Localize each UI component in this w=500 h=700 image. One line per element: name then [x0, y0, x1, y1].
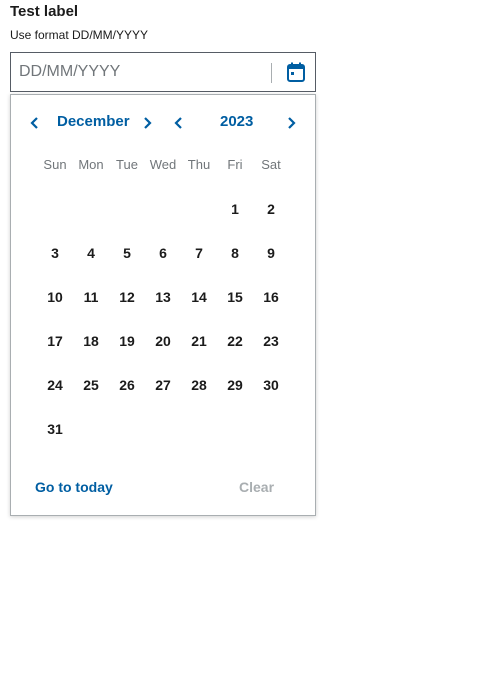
- calendar-day[interactable]: 29: [217, 367, 253, 403]
- weekday-label: Sat: [261, 157, 281, 172]
- calendar-day[interactable]: 21: [181, 323, 217, 359]
- input-divider: [271, 63, 272, 83]
- calendar-day[interactable]: 6: [145, 235, 181, 271]
- weekday-label: Mon: [78, 157, 104, 172]
- calendar-day[interactable]: 22: [217, 323, 253, 359]
- calendar-day[interactable]: 27: [145, 367, 181, 403]
- calendar-day[interactable]: 5: [109, 235, 145, 271]
- date-input[interactable]: [11, 53, 269, 91]
- calendar-day[interactable]: 8: [217, 235, 253, 271]
- calendar-toggle-button[interactable]: [277, 53, 315, 91]
- calendar-day[interactable]: 15: [217, 279, 253, 315]
- date-input-wrapper: [10, 52, 316, 92]
- calendar-day[interactable]: 1: [217, 191, 253, 227]
- calendar-day[interactable]: 4: [73, 235, 109, 271]
- calendar-day[interactable]: 18: [73, 323, 109, 359]
- calendar-day[interactable]: 14: [181, 279, 217, 315]
- calendar-day[interactable]: 10: [37, 279, 73, 315]
- weekday-label: Wed: [149, 157, 177, 172]
- field-label: Test label: [10, 3, 79, 20]
- calendar-day[interactable]: 25: [73, 367, 109, 403]
- calendar-day[interactable]: 23: [253, 323, 289, 359]
- previous-month-button[interactable]: [23, 111, 47, 135]
- calendar-day[interactable]: 20: [145, 323, 181, 359]
- weekday-label: Tue: [116, 157, 138, 172]
- go-to-today-button[interactable]: Go to today: [35, 479, 113, 495]
- calendar-day[interactable]: 28: [181, 367, 217, 403]
- chevron-right-icon: [144, 117, 152, 129]
- calendar-day[interactable]: 7: [181, 235, 217, 271]
- month-select[interactable]: December: [57, 113, 130, 130]
- calendar-day[interactable]: 12: [109, 279, 145, 315]
- calendar-day[interactable]: 9: [253, 235, 289, 271]
- calendar-day[interactable]: 31: [37, 411, 73, 447]
- previous-year-button[interactable]: [167, 111, 191, 135]
- calendar-day[interactable]: 24: [37, 367, 73, 403]
- calendar-day[interactable]: 13: [145, 279, 181, 315]
- calendar-day[interactable]: 30: [253, 367, 289, 403]
- weekday-label: Thu: [187, 157, 211, 172]
- calendar-day[interactable]: 26: [109, 367, 145, 403]
- next-month-button[interactable]: [135, 111, 159, 135]
- calendar-popup: December 2023 Sun Mon Tue Wed Thu Fri Sat 1234…: [10, 94, 316, 516]
- calendar-day[interactable]: 2: [253, 191, 289, 227]
- next-year-button[interactable]: [279, 111, 303, 135]
- calendar-day[interactable]: 11: [73, 279, 109, 315]
- clear-button[interactable]: Clear: [239, 479, 274, 495]
- weekday-label: Fri: [227, 157, 243, 172]
- field-hint: Use format DD/MM/YYYY: [10, 28, 149, 42]
- chevron-left-icon: [30, 117, 38, 129]
- calendar-day[interactable]: 17: [37, 323, 73, 359]
- calendar-day[interactable]: 19: [109, 323, 145, 359]
- chevron-right-icon: [288, 117, 296, 129]
- calendar-day[interactable]: 3: [37, 235, 73, 271]
- calendar-icon: [287, 62, 305, 82]
- weekday-label: Sun: [43, 157, 67, 172]
- year-select[interactable]: 2023: [220, 113, 253, 130]
- chevron-left-icon: [174, 117, 182, 129]
- calendar-day[interactable]: 16: [253, 279, 289, 315]
